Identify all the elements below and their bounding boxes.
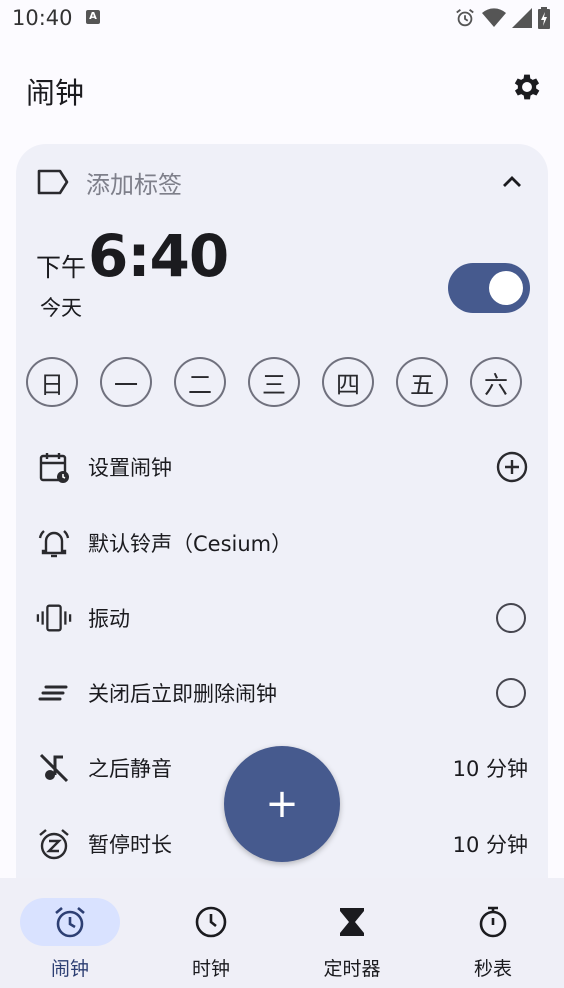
nav-clock-indicator [161,898,261,946]
ampm-label: 下午 [36,253,87,282]
nav-alarm[interactable]: 闹钟 [10,896,130,980]
add-circle-icon[interactable] [496,451,528,483]
bell-icon [36,525,72,561]
label-placeholder: 添加标签 [86,170,182,199]
nav-alarm-indicator [20,898,120,946]
day-monday[interactable]: 一 [100,357,152,407]
bottom-navigation: 闹钟 时钟 定时器 秒表 [0,878,564,988]
set-alarm-label: 设置闹钟 [88,456,172,480]
calendar-clock-icon [36,449,72,485]
day-friday[interactable]: 五 [396,357,448,407]
nav-stopwatch-label: 秒表 [473,958,512,980]
status-time: 10:40 [12,6,73,30]
silence-after-value: 10 分钟 [452,757,528,781]
nav-alarm-label: 闹钟 [50,958,89,980]
wifi-icon [482,8,506,27]
vibrate-row[interactable]: 振动 [16,595,548,641]
day-thursday[interactable]: 四 [322,357,374,407]
page-title: 闹钟 [26,76,85,110]
nav-clock[interactable]: 时钟 [151,896,271,980]
alarm-time[interactable]: 6:40 [88,222,229,290]
day-wednesday[interactable]: 三 [248,357,300,407]
nav-clock-label: 时钟 [191,958,230,980]
snooze-icon [36,826,72,862]
chevron-up-icon [503,176,521,187]
alarm-day-label: 今天 [40,296,82,320]
add-alarm-fab[interactable]: + [224,746,340,862]
gear-icon [514,74,540,100]
battery-icon [538,7,550,29]
delete-after-dismiss-label: 关闭后立即删除闹钟 [88,682,277,706]
clock-icon [195,906,227,938]
toggle-knob [489,271,523,305]
status-icons [454,7,550,29]
nav-stopwatch[interactable]: 秒表 [433,896,553,980]
vibrate-checkbox[interactable] [496,603,526,633]
silence-after-label: 之后静音 [88,757,172,781]
set-alarm-row[interactable]: 设置闹钟 [16,444,548,490]
repeat-days: 日 一 二 三 四 五 六 [26,357,522,407]
nav-timer-indicator [302,898,402,946]
ringtone-row[interactable]: 默认铃声（Cesium） [16,520,548,566]
hourglass-icon [340,908,364,936]
day-saturday[interactable]: 六 [470,357,522,407]
nav-timer[interactable]: 定时器 [292,896,412,980]
lines-icon [36,675,72,711]
collapse-button[interactable] [498,168,526,196]
ringtone-label: 默认铃声（Cesium） [88,532,293,556]
alarm-status-icon [456,9,474,27]
notification-icon: A [86,10,100,24]
vibrate-label: 振动 [88,607,130,631]
alarm-clock-icon [55,907,85,938]
label-icon [37,169,69,195]
status-bar: 10:40 A [0,0,564,38]
vibrate-icon [36,600,72,636]
alarm-enabled-toggle[interactable] [448,263,530,313]
snooze-length-value: 10 分钟 [452,833,528,857]
signal-icon [512,8,532,28]
stopwatch-icon [479,906,507,938]
nav-timer-label: 定时器 [323,958,381,980]
delete-after-dismiss-checkbox[interactable] [496,678,526,708]
day-tuesday[interactable]: 二 [174,357,226,407]
nav-stopwatch-indicator [443,898,543,946]
snooze-length-label: 暂停时长 [88,833,172,857]
music-off-icon [36,750,72,786]
settings-button[interactable] [510,70,544,104]
add-label-button[interactable]: 添加标签 [36,166,182,199]
day-sunday[interactable]: 日 [26,357,78,407]
delete-after-dismiss-row[interactable]: 关闭后立即删除闹钟 [16,670,548,716]
